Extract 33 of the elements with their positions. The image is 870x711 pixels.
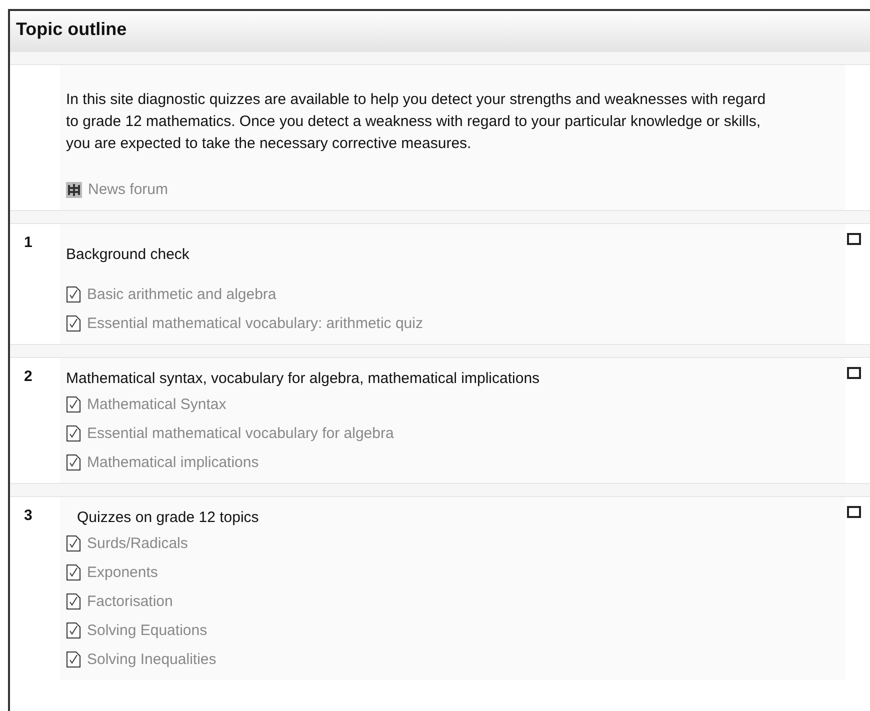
- quiz-icon: [66, 425, 81, 442]
- activity-link[interactable]: Mathematical implications: [66, 448, 837, 477]
- activity-link[interactable]: Solving Inequalities: [66, 645, 837, 674]
- activity-link[interactable]: Essential mathematical vocabulary: arithmetic quiz: [66, 309, 837, 338]
- activity-link[interactable]: Exponents: [66, 558, 837, 587]
- quiz-icon: [66, 593, 81, 610]
- quiz-icon: [66, 564, 81, 581]
- activity-link[interactable]: News forum: [66, 175, 837, 204]
- header-title: Topic outline: [16, 19, 127, 39]
- quiz-icon: [66, 315, 81, 332]
- highlight-checkbox[interactable]: [847, 233, 861, 245]
- activity-link[interactable]: Factorisation: [66, 587, 837, 616]
- section-title: Mathematical syntax, vocabulary for algebra, mathematical implications: [66, 369, 541, 389]
- section-number: 1: [24, 234, 32, 251]
- quiz-icon: [66, 622, 81, 639]
- highlight-checkbox[interactable]: [847, 367, 861, 379]
- quiz-icon: [66, 535, 81, 552]
- section-number: 3: [24, 507, 32, 524]
- activity-link[interactable]: Mathematical Syntax: [66, 390, 837, 419]
- section-number: 2: [24, 368, 32, 385]
- section-title: Quizzes on grade 12 topics: [76, 508, 260, 528]
- highlight-checkbox[interactable]: [847, 506, 861, 518]
- course-summary: In this site diagnostic quizzes are available to help you detect your strengths and weaknesses with regard to grade 12 mathematics. Once you detect a weakness with regard to your particular knowledge or skills, you are expected to take the necessary corrective measures.: [66, 90, 766, 154]
- quiz-icon: [66, 396, 81, 413]
- activity-link[interactable]: Surds/Radicals: [66, 529, 837, 558]
- activity-link[interactable]: Essential mathematical vocabulary for algebra: [66, 419, 837, 448]
- section-title: Background check: [66, 245, 190, 265]
- activity-link[interactable]: Solving Equations: [66, 616, 837, 645]
- quiz-icon: [66, 286, 81, 303]
- quiz-icon: [66, 454, 81, 471]
- forum-icon: [66, 182, 82, 198]
- activity-link[interactable]: Basic arithmetic and algebra: [66, 280, 837, 309]
- quiz-icon: [66, 651, 81, 668]
